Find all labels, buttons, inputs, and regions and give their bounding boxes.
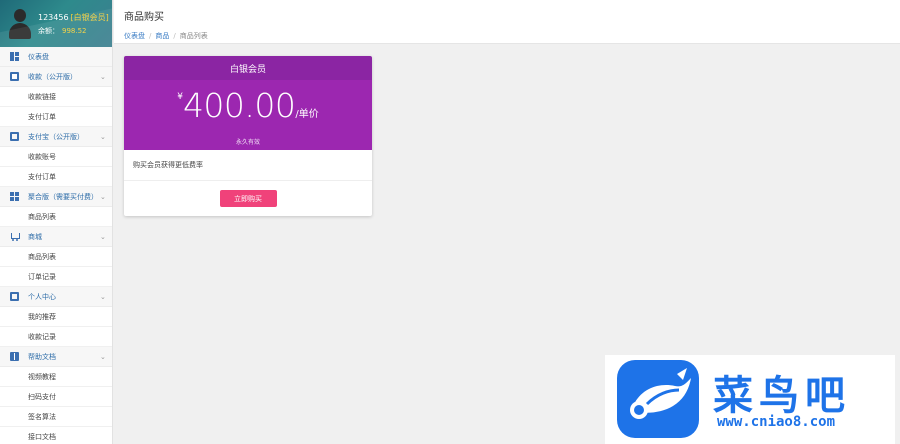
price-value: 400.00 <box>182 86 296 125</box>
product-note: 购买会员获得更低费率 <box>124 150 372 181</box>
breadcrumb-dashboard[interactable]: 仪表盘 <box>124 32 145 40</box>
buy-button[interactable]: 立即购买 <box>219 190 277 207</box>
breadcrumb-current: 商品列表 <box>179 32 208 40</box>
watermark: 菜鸟吧 www.cniao8.com <box>605 355 895 444</box>
sidebar-item-accounts[interactable]: 收款账号 <box>0 147 112 167</box>
dashboard-icon <box>10 52 19 61</box>
user-profile[interactable]: 123456 [白银会员] 余额： 998.52 <box>0 0 112 47</box>
sidebar-menu: 仪表盘 收款（公开版） ⌄ 收款链接 支付订单 支付宝（公开版） ⌄ 收款账号 … <box>0 47 112 444</box>
card-icon <box>10 72 19 81</box>
balance-amount: 998.52 <box>62 27 87 35</box>
balance: 余额： 998.52 <box>38 27 87 35</box>
price-panel: ¥400.00/单价 永久有效 <box>124 80 372 150</box>
breadcrumb: 仪表盘 / 商品 / 商品列表 <box>124 32 208 40</box>
sidebar-item-order-records[interactable]: 订单记录 <box>0 267 112 287</box>
watermark-brand: 菜鸟吧 <box>713 372 851 419</box>
sidebar-group-mall[interactable]: 商城 ⌄ <box>0 227 112 247</box>
chevron-down-icon: ⌄ <box>100 232 106 241</box>
price: ¥400.00/单价 <box>124 86 372 125</box>
sidebar-item-product-list[interactable]: 商品列表 <box>0 247 112 267</box>
page-header: 商品购买 仪表盘 / 商品 / 商品列表 <box>114 0 900 44</box>
watermark-url: www.cniao8.com <box>717 414 836 430</box>
sidebar-item-referrals[interactable]: 我的推荐 <box>0 307 112 327</box>
avatar <box>6 6 34 42</box>
sidebar-item-dashboard[interactable]: 仪表盘 <box>0 47 112 67</box>
chevron-down-icon: ⌄ <box>100 132 106 141</box>
sidebar: 123456 [白银会员] 余额： 998.52 仪表盘 收款（公开版） ⌄ 收款链… <box>0 0 113 444</box>
chevron-down-icon: ⌄ <box>100 352 106 361</box>
currency-symbol: ¥ <box>177 92 183 102</box>
sidebar-item-qr-pay[interactable]: 扫码支付 <box>0 387 112 407</box>
price-description: 永久有效 <box>235 139 260 146</box>
sidebar-item-income-records[interactable]: 收款记录 <box>0 327 112 347</box>
sidebar-group-help[interactable]: 帮助文档 ⌄ <box>0 347 112 367</box>
sidebar-item-aggregate-products[interactable]: 商品列表 <box>0 207 112 227</box>
sidebar-group-alipay[interactable]: 支付宝（公开版） ⌄ <box>0 127 112 147</box>
product-name: 白银会员 <box>124 56 372 80</box>
sidebar-group-collection[interactable]: 收款（公开版） ⌄ <box>0 67 112 87</box>
sidebar-item-collection-links[interactable]: 收款链接 <box>0 87 112 107</box>
chevron-down-icon: ⌄ <box>100 72 106 81</box>
wallet-icon <box>10 132 19 141</box>
page-title: 商品购买 <box>124 12 164 23</box>
sidebar-item-signature[interactable]: 签名算法 <box>0 407 112 427</box>
sidebar-group-aggregate[interactable]: 聚合版（需要买付费） ⌄ <box>0 187 112 207</box>
member-level: [白银会员] <box>70 13 109 22</box>
sidebar-item-api-docs[interactable]: 接口文档 <box>0 427 112 444</box>
sidebar-group-personal[interactable]: 个人中心 ⌄ <box>0 287 112 307</box>
book-icon <box>10 352 19 361</box>
username: 123456 [白银会员] <box>38 13 109 22</box>
chevron-down-icon: ⌄ <box>100 292 106 301</box>
wallet-icon <box>10 292 19 301</box>
sidebar-item-video-tutorial[interactable]: 视频教程 <box>0 367 112 387</box>
product-card: 白银会员 ¥400.00/单价 永久有效 购买会员获得更低费率 立即购买 <box>124 56 372 216</box>
breadcrumb-products[interactable]: 商品 <box>155 32 169 40</box>
sidebar-item-alipay-orders[interactable]: 支付订单 <box>0 167 112 187</box>
sidebar-item-payment-orders[interactable]: 支付订单 <box>0 107 112 127</box>
grid-icon <box>10 192 19 201</box>
cart-icon <box>10 232 20 241</box>
card-footer: 立即购买 <box>124 181 372 216</box>
price-unit: /单价 <box>295 109 319 120</box>
bird-logo-icon <box>617 360 699 438</box>
chevron-down-icon: ⌄ <box>100 192 106 201</box>
